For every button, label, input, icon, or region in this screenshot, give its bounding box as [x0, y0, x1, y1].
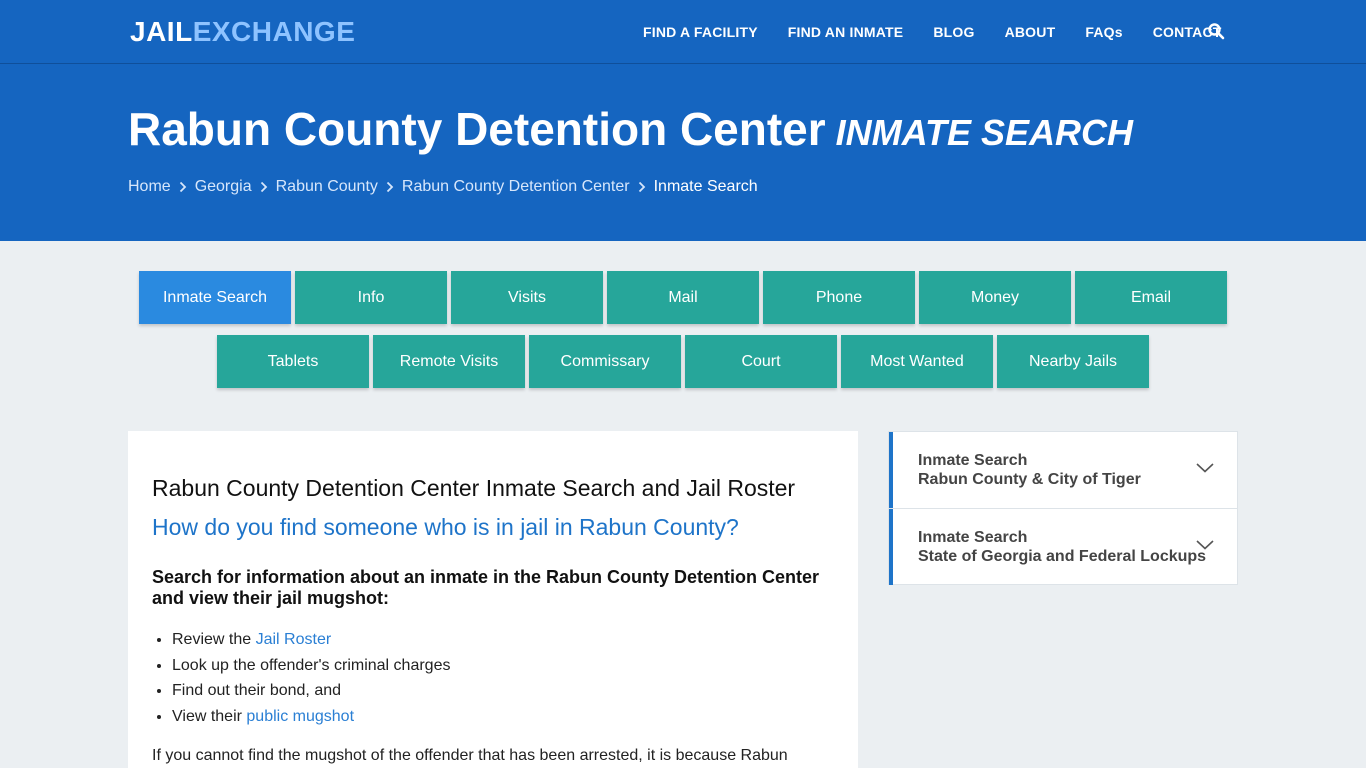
tab-most-wanted[interactable]: Most Wanted — [841, 335, 993, 388]
breadcrumb: Home Georgia Rabun County Rabun County D… — [128, 178, 758, 196]
accordion-item-sublabel: Rabun County & City of Tiger — [918, 471, 1141, 488]
tab-phone[interactable]: Phone — [763, 271, 915, 324]
tab-money[interactable]: Money — [919, 271, 1071, 324]
content-intro: Search for information about an inmate i… — [152, 567, 820, 608]
accordion-item-sublabel: State of Georgia and Federal Lockups — [918, 548, 1207, 565]
public-mugshot-link[interactable]: public mugshot — [246, 708, 354, 725]
list-item: Find out their bond, and — [172, 681, 450, 707]
chevron-down-icon[interactable] — [1195, 538, 1215, 552]
list-item-text: View their — [172, 707, 247, 725]
jail-roster-link[interactable]: Jail Roster — [256, 631, 332, 648]
main-content-card: Rabun County Detention Center Inmate Sea… — [128, 431, 858, 768]
accordion-item-georgia[interactable]: Inmate Search State of Georgia and Feder… — [889, 509, 1237, 585]
chevron-right-icon — [252, 179, 276, 195]
tab-commissary[interactable]: Commissary — [529, 335, 681, 388]
main-menu: FIND A FACILITY FIND AN INMATE BLOG ABOU… — [628, 0, 1237, 63]
site-logo[interactable]: JAILEXCHANGE — [130, 16, 355, 48]
accordion-item-label: Inmate Search — [918, 529, 1028, 546]
nav-about[interactable]: ABOUT — [990, 24, 1071, 40]
nav-faqs[interactable]: FAQs — [1070, 24, 1137, 40]
sidebar-accordion: Inmate Search Rabun County & City of Tig… — [888, 431, 1238, 585]
tab-nearby-jails[interactable]: Nearby Jails — [997, 335, 1149, 388]
logo-part-exchange: EXCHANGE — [192, 16, 356, 47]
chevron-right-icon — [630, 179, 654, 195]
tab-mail[interactable]: Mail — [607, 271, 759, 324]
chevron-right-icon — [378, 179, 402, 195]
breadcrumb-rabun-county[interactable]: Rabun County — [276, 178, 378, 196]
breadcrumb-home[interactable]: Home — [128, 178, 171, 196]
info-list: Review the Jail Roster Look up the offen… — [172, 630, 450, 732]
tab-info[interactable]: Info — [295, 271, 447, 324]
nav-find-an-inmate[interactable]: FIND AN INMATE — [773, 24, 919, 40]
nav-blog[interactable]: BLOG — [918, 24, 989, 40]
tab-remote-visits[interactable]: Remote Visits — [373, 335, 525, 388]
page-title: Rabun County Detention Center INMATE SEAR… — [128, 102, 1133, 156]
chevron-down-icon[interactable] — [1195, 461, 1215, 475]
accordion-item-label: Inmate Search — [918, 452, 1028, 469]
list-item: View their public mugshot — [172, 707, 450, 733]
search-icon[interactable] — [1207, 22, 1225, 40]
list-item-text: Find out their bond, and — [172, 682, 342, 699]
accordion-item-rabun-county[interactable]: Inmate Search Rabun County & City of Tig… — [889, 432, 1237, 508]
content-heading: Rabun County Detention Center Inmate Sea… — [152, 475, 796, 501]
content-paragraph: If you cannot find the mugshot of the of… — [152, 747, 788, 764]
tab-court[interactable]: Court — [685, 335, 837, 388]
breadcrumb-detention-center[interactable]: Rabun County Detention Center — [402, 178, 630, 196]
breadcrumb-current: Inmate Search — [653, 178, 758, 195]
page-title-text: Rabun County Detention Center — [128, 103, 826, 155]
tab-inmate-search[interactable]: Inmate Search — [139, 271, 291, 324]
hero-banner: Rabun County Detention Center INMATE SEAR… — [0, 64, 1366, 241]
list-item: Look up the offender's criminal charges — [172, 656, 450, 682]
list-item: Review the Jail Roster — [172, 630, 450, 656]
nav-find-a-facility[interactable]: FIND A FACILITY — [628, 24, 773, 40]
tab-tablets[interactable]: Tablets — [217, 335, 369, 388]
breadcrumb-georgia[interactable]: Georgia — [195, 178, 252, 196]
logo-part-jail: JAIL — [130, 16, 193, 47]
page-subtitle: INMATE SEARCH — [835, 112, 1134, 153]
list-item-text: Look up the offender's criminal charges — [172, 656, 451, 674]
tab-email[interactable]: Email — [1075, 271, 1227, 324]
chevron-right-icon — [171, 179, 195, 195]
top-navbar: JAILEXCHANGE FIND A FACILITY FIND AN INM… — [0, 0, 1366, 64]
list-item-text: Review the — [172, 631, 256, 648]
content-question: How do you find someone who is in jail i… — [152, 514, 739, 540]
tab-visits[interactable]: Visits — [451, 271, 603, 324]
